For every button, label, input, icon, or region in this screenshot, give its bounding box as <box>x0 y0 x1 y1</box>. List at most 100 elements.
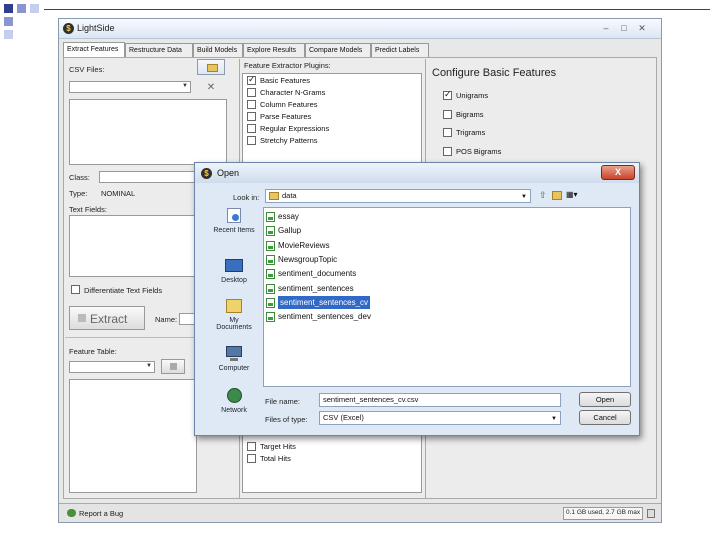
tab-compare-models[interactable]: Compare Models <box>305 43 371 57</box>
csv-files-label: CSV Files: <box>69 65 105 74</box>
type-label: Type: <box>69 189 88 198</box>
file-item[interactable]: sentiment_documents <box>266 267 426 280</box>
checkbox-label: Target Hits <box>260 442 296 451</box>
checkbox[interactable] <box>443 146 452 156</box>
checkbox[interactable] <box>247 454 256 463</box>
checkbox-row[interactable]: Character N-Grams <box>247 88 417 99</box>
csv-file-icon <box>266 297 275 308</box>
file-name-label: File name: <box>265 397 301 406</box>
cancel-button[interactable]: Cancel <box>579 410 631 425</box>
checkbox-row[interactable]: Target Hits <box>247 442 417 453</box>
window-title: LightSide <box>77 23 115 33</box>
tab-restructure-data[interactable]: Restructure Data <box>125 43 193 57</box>
open-folder-button[interactable] <box>197 59 225 75</box>
view-menu-icon[interactable]: ▦▾ <box>566 189 582 201</box>
checkbox-row[interactable]: Stretchy Patterns <box>247 136 417 147</box>
file-item[interactable]: MovieReviews <box>266 239 426 252</box>
minimize-icon[interactable]: – <box>599 22 613 34</box>
feature-table-dropdown[interactable]: ▼ <box>69 361 155 373</box>
feature-table-label: Feature Table: <box>69 347 117 356</box>
file-name-input[interactable]: sentiment_sentences_cv.csv <box>319 393 561 407</box>
checkbox-label: Trigrams <box>456 128 486 137</box>
folder-icon <box>207 64 218 72</box>
place-label: Network <box>221 407 247 414</box>
maximize-icon[interactable]: □ <box>617 22 631 34</box>
place-desktop[interactable]: Desktop <box>207 257 261 284</box>
trash-icon[interactable] <box>647 509 655 518</box>
file-list[interactable]: essay Gallup MovieReviews NewsgroupTopic sen… <box>263 207 631 387</box>
file-name: Gallup <box>278 226 302 236</box>
csv-files-list[interactable] <box>69 99 227 165</box>
file-item[interactable]: sentiment_sentences_cv <box>266 294 426 310</box>
differentiate-label: Differentiate Text Fields <box>84 286 163 295</box>
open-button[interactable]: Open <box>579 392 631 407</box>
file-item[interactable]: sentiment_sentences_dev <box>266 310 426 323</box>
tab-extract-features[interactable]: Extract Features <box>63 42 125 57</box>
name-input[interactable] <box>179 313 195 325</box>
checkbox[interactable] <box>247 100 256 109</box>
place-label: Recent Items <box>213 227 255 234</box>
checkbox[interactable] <box>443 109 452 119</box>
chevron-down-icon: ▼ <box>521 194 527 200</box>
extract-button-label: Extract <box>90 312 128 326</box>
file-item[interactable]: Gallup <box>266 224 426 237</box>
extract-button[interactable]: Extract <box>69 306 145 330</box>
file-type-dropdown[interactable]: CSV (Excel) ▼ <box>319 411 561 425</box>
file-item[interactable]: sentiment_sentences <box>266 282 426 295</box>
checkbox-row[interactable]: POS Bigrams <box>443 146 613 158</box>
checkbox-row[interactable]: Bigrams <box>443 109 613 121</box>
feature-table-list[interactable] <box>69 379 197 493</box>
checkbox[interactable] <box>247 442 256 451</box>
csv-file-icon <box>266 240 275 251</box>
place-computer[interactable]: Computer <box>207 345 261 372</box>
checkbox[interactable] <box>247 124 256 133</box>
checkbox[interactable] <box>443 89 452 100</box>
report-bug-link[interactable]: Report a Bug <box>79 509 123 518</box>
new-folder-icon[interactable] <box>552 191 562 200</box>
lightside-logo-icon: $ <box>63 23 74 34</box>
checkbox[interactable] <box>247 112 256 121</box>
close-icon[interactable]: ✕ <box>635 22 649 34</box>
file-name: sentiment_sentences <box>278 283 354 293</box>
place-network[interactable]: Network <box>207 387 261 414</box>
plugin-items: Basic Features Character N-Grams Column Fe… <box>243 74 421 156</box>
file-item[interactable]: essay <box>266 210 426 223</box>
checkbox-label: Column Features <box>260 100 318 109</box>
checkbox[interactable] <box>247 74 256 85</box>
text-fields-list[interactable] <box>69 215 197 277</box>
tab-explore-results[interactable]: Explore Results <box>243 43 305 57</box>
checkbox-row[interactable]: Trigrams <box>443 128 613 139</box>
differentiate-checkbox[interactable] <box>71 285 80 294</box>
type-value: NOMINAL <box>101 189 136 198</box>
remove-file-button[interactable]: ✕ <box>197 81 225 95</box>
save-table-button[interactable] <box>161 359 185 374</box>
checkbox-row[interactable]: Column Features <box>247 100 417 111</box>
up-folder-icon[interactable]: ⇧ <box>539 190 549 201</box>
checkbox-row[interactable]: Unigrams <box>443 89 613 102</box>
file-name: sentiment_documents <box>278 269 357 279</box>
place-label: Desktop <box>221 277 247 284</box>
checkbox-row[interactable]: Basic Features <box>247 74 417 87</box>
look-in-dropdown[interactable]: data ▼ <box>265 189 531 203</box>
dialog-close-button[interactable]: X <box>601 165 635 180</box>
class-dropdown[interactable] <box>99 171 197 183</box>
checkbox-row[interactable]: Total Hits <box>247 454 417 465</box>
checkbox-row[interactable]: Parse Features <box>247 112 417 123</box>
extract-icon <box>78 314 86 322</box>
tab-build-models[interactable]: Build Models <box>193 43 243 57</box>
memory-usage: 0.1 GB used, 2.7 GB max <box>566 509 641 516</box>
file-name: essay <box>278 212 299 221</box>
place-label: Computer <box>218 365 250 372</box>
place-my-documents[interactable]: My Documents <box>207 297 261 331</box>
file-item[interactable]: NewsgroupTopic <box>266 253 426 266</box>
csv-file-icon <box>266 312 275 323</box>
place-recent-items[interactable]: Recent Items <box>207 207 261 234</box>
checkbox-row[interactable]: Regular Expressions <box>247 124 417 135</box>
checkbox[interactable] <box>443 128 452 137</box>
checkbox[interactable] <box>247 136 256 145</box>
configure-heading: Configure Basic Features <box>432 67 557 79</box>
csv-files-dropdown[interactable]: ▼ <box>69 81 191 93</box>
plugins-heading: Feature Extractor Plugins: <box>244 61 331 70</box>
tab-predict-labels[interactable]: Predict Labels <box>371 43 429 57</box>
checkbox[interactable] <box>247 88 256 97</box>
